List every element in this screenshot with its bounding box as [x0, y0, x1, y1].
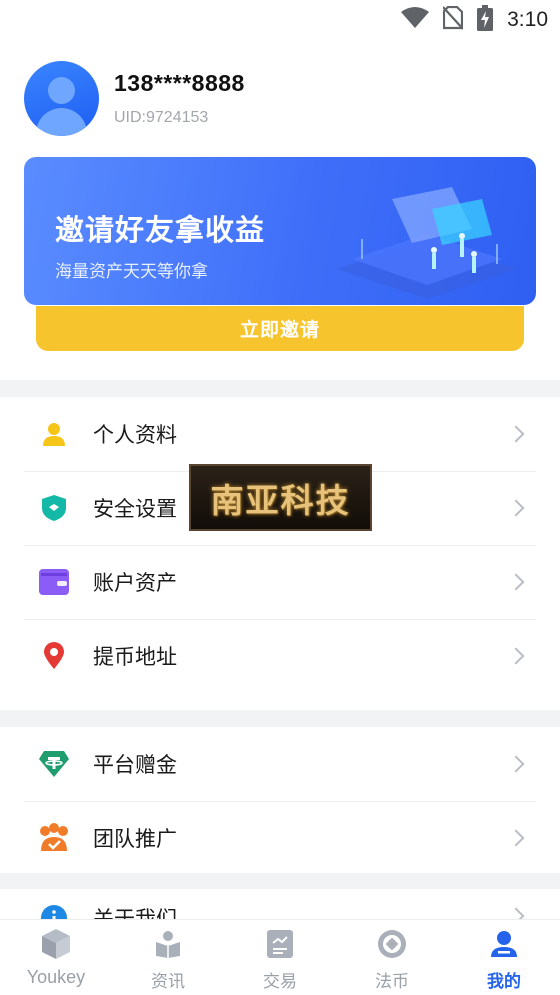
menu-item-assets[interactable]: 账户资产 [0, 545, 560, 619]
menu-label: 关于我们 [93, 907, 177, 919]
user-uid: UID:9724153 [114, 109, 209, 126]
menu-label: 账户资产 [93, 571, 177, 595]
watermark-logo: 南亚科技 [189, 464, 372, 531]
profile-icon [487, 928, 521, 960]
chevron-right-icon [507, 907, 525, 919]
chevron-right-icon [507, 647, 525, 665]
team-icon [38, 822, 70, 854]
avatar-body [36, 108, 87, 136]
battery-charging-icon [477, 5, 494, 35]
chevron-right-icon [507, 425, 525, 443]
shield-icon [38, 492, 70, 524]
tether-icon [38, 748, 70, 780]
chevron-right-icon [507, 573, 525, 591]
menu-label: 团队推广 [93, 827, 177, 851]
fiat-coin-icon [375, 928, 409, 960]
nav-news[interactable]: 资讯 [112, 920, 224, 995]
chevron-right-icon [507, 499, 525, 517]
location-pin-icon [38, 640, 70, 672]
menu-item-withdraw-address[interactable]: 提币地址 [0, 619, 560, 693]
about-menu: 关于我们 [0, 889, 560, 919]
nav-fiat[interactable]: 法币 [336, 920, 448, 995]
user-phone: 138****8888 [114, 70, 245, 96]
menu-item-team-promotion[interactable]: 团队推广 [0, 801, 560, 875]
nav-label: 资讯 [151, 972, 185, 992]
nav-youkey[interactable]: Youkey [0, 920, 112, 995]
menu-label: 个人资料 [93, 423, 177, 447]
trade-icon [263, 928, 297, 960]
banner-subtitle: 海量资产天天等你拿 [55, 262, 208, 282]
avatar-head [48, 77, 75, 104]
watermark-text: 南亚科技 [210, 480, 351, 520]
status-icons: 3:10 [401, 5, 548, 35]
wallet-icon [38, 566, 70, 598]
nav-label: 我的 [487, 972, 521, 992]
bottom-navigation: Youkey 资讯 交易 法币 我的 [0, 919, 560, 995]
promotion-menu: 平台赠金 团队推广 [0, 727, 560, 873]
chevron-right-icon [507, 829, 525, 847]
menu-item-about-us[interactable]: 关于我们 [0, 889, 560, 919]
person-icon [38, 418, 70, 450]
menu-label: 安全设置 [93, 497, 177, 521]
wifi-icon [401, 7, 430, 33]
menu-item-profile[interactable]: 个人资料 [0, 397, 560, 471]
isometric-platform-illustration [337, 187, 517, 299]
no-sim-icon [442, 5, 464, 34]
nav-label: 交易 [263, 972, 297, 992]
news-icon [151, 928, 185, 960]
chevron-right-icon [507, 755, 525, 773]
banner-title: 邀请好友拿收益 [55, 213, 266, 247]
nav-mine[interactable]: 我的 [448, 920, 560, 995]
profile-section: 138****8888 UID:9724153 邀请好友拿收益 海量资产天天等你… [0, 40, 560, 380]
nav-label: 法币 [375, 972, 409, 992]
status-bar: 3:10 [0, 0, 560, 40]
nav-label: Youkey [26, 967, 86, 987]
nav-trade[interactable]: 交易 [224, 920, 336, 995]
cube-icon [39, 928, 73, 960]
status-time: 3:10 [507, 8, 548, 31]
menu-label: 平台赠金 [93, 753, 177, 777]
menu-label: 提币地址 [93, 645, 177, 669]
user-avatar-icon[interactable] [24, 61, 99, 136]
invite-banner[interactable]: 邀请好友拿收益 海量资产天天等你拿 [24, 157, 536, 305]
app-screen: 3:10 138****8888 UID:9724153 邀请好友拿收益 海量资… [0, 0, 560, 995]
info-icon [38, 902, 70, 919]
account-menu: 个人资料 安全设置 账户资产 提币地址 [0, 397, 560, 710]
menu-item-platform-bonus[interactable]: 平台赠金 [0, 727, 560, 801]
invite-now-button[interactable]: 立即邀请 [36, 306, 524, 351]
